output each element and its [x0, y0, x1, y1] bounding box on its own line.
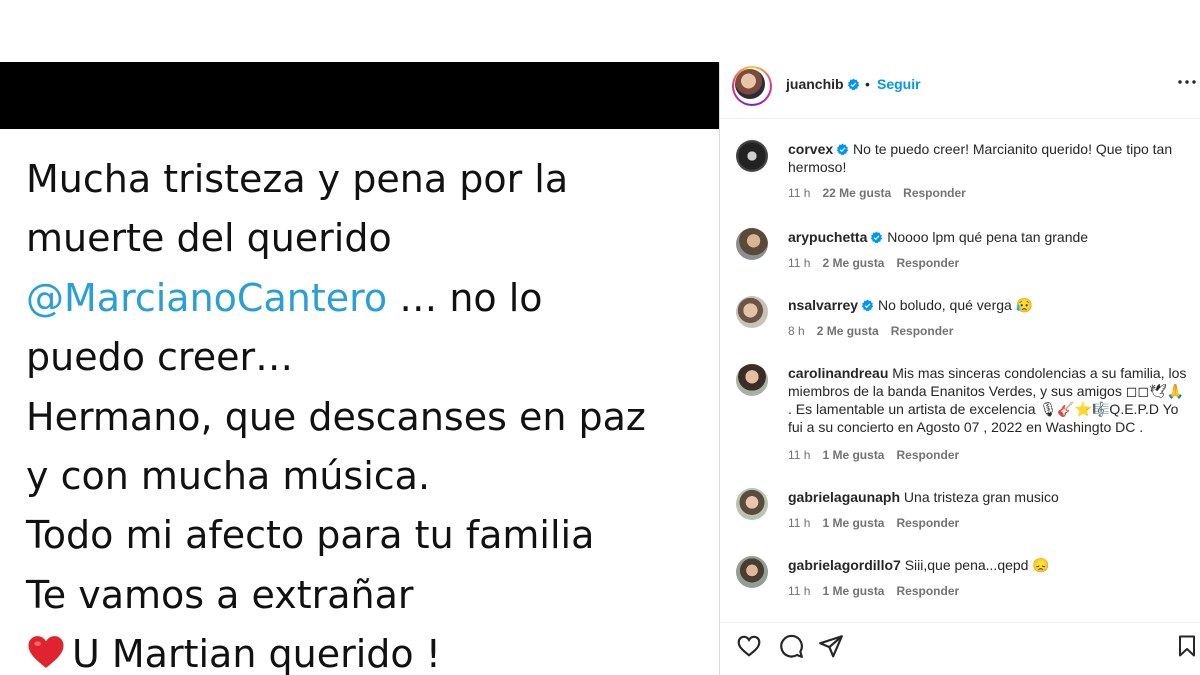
comment-meta: 11 h 1 Me gusta Responder: [788, 584, 971, 598]
avatar[interactable]: [732, 66, 772, 106]
post-line: Te vamos a extrañar: [26, 572, 414, 617]
reply-button[interactable]: Responder: [903, 186, 966, 200]
commenter-avatar[interactable]: [736, 364, 768, 396]
comment-text: Siii,que pena...qepd 😞: [904, 557, 1050, 573]
instagram-panel: juanchib • Seguir corvex No te puedo cre…: [720, 62, 1200, 675]
comment-meta: 8 h 2 Me gusta Responder: [788, 324, 965, 338]
verified-badge-icon: [836, 143, 849, 156]
separator-dot: •: [865, 76, 870, 92]
comment-meta: 11 h 22 Me gusta Responder: [788, 186, 978, 200]
comment-text: Noooo lpm qué pena tan grande: [887, 229, 1089, 245]
comment-time: 11 h: [788, 186, 811, 200]
comment-body: carolinandreau Mis mas sinceras condolen…: [788, 364, 1188, 436]
verified-badge-icon: [847, 78, 859, 91]
comment-likes[interactable]: 1 Me gusta: [822, 516, 884, 530]
action-bar: [720, 622, 1200, 675]
comment-body: gabrielagordillo7 Siii,que pena...qepd 😞: [788, 556, 1188, 574]
comment-likes[interactable]: 22 Me gusta: [822, 186, 891, 200]
commenter-avatar[interactable]: [736, 556, 768, 588]
comment-time: 11 h: [788, 256, 811, 270]
username-text[interactable]: juanchib: [786, 76, 844, 92]
comment-likes[interactable]: 2 Me gusta: [822, 256, 884, 270]
reply-button[interactable]: Responder: [896, 584, 959, 598]
comment-username[interactable]: arypuchetta: [788, 229, 867, 245]
reply-button[interactable]: Responder: [896, 448, 959, 462]
more-options-icon[interactable]: [1175, 70, 1199, 94]
verified-badge-icon: [871, 231, 883, 244]
commenter-avatar[interactable]: [736, 488, 768, 520]
comment-username[interactable]: nsalvarrey: [788, 297, 858, 313]
comment-username[interactable]: carolinandreau: [788, 365, 888, 381]
comment-body: corvex No te puedo creer! Marcianito que…: [788, 140, 1188, 176]
mention-link[interactable]: @MarcianoCantero: [26, 276, 387, 320]
comment-username[interactable]: gabrielagaunaph: [788, 489, 900, 505]
comment-time: 11 h: [788, 448, 811, 462]
comment-meta: 11 h 2 Me gusta Responder: [788, 256, 971, 270]
share-icon[interactable]: [818, 633, 844, 659]
comment-body: gabrielagaunaph Una tristeza gran musico: [788, 488, 1188, 506]
comment-likes[interactable]: 2 Me gusta: [817, 324, 879, 338]
tweet-screenshot: Mucha tristeza y pena por la muerte del …: [0, 0, 720, 675]
verified-badge-icon: [861, 299, 874, 312]
bookmark-icon[interactable]: [1175, 633, 1199, 659]
comment-body: nsalvarrey No boludo, qué verga 😥: [788, 296, 1188, 314]
comment-time: 11 h: [788, 584, 811, 598]
comment-text: No boludo, qué verga 😥: [877, 297, 1034, 313]
comment-time: 11 h: [788, 516, 811, 530]
redacted-bar: [0, 62, 720, 129]
post-line: muerte del querido: [26, 216, 392, 261]
comment-body: arypuchetta Noooo lpm qué pena tan grand…: [788, 228, 1188, 246]
comment-time: 8 h: [788, 324, 805, 338]
red-heart-icon: [28, 636, 64, 669]
commenter-avatar[interactable]: [736, 296, 768, 328]
post-line: Todo mi afecto para tu familia: [26, 513, 595, 558]
heart-icon[interactable]: [736, 633, 762, 659]
follow-button[interactable]: Seguir: [877, 76, 921, 92]
post-line-text: U Martian querido !: [72, 632, 441, 675]
post-line: @MarcianoCantero … no lo: [26, 269, 716, 328]
post-line: puedo creer…: [26, 335, 294, 380]
post-header: juanchib • Seguir: [720, 62, 1200, 119]
post-text: Mucha tristeza y pena por la muerte del …: [26, 150, 716, 675]
comment-icon[interactable]: [778, 633, 804, 659]
header-username[interactable]: juanchib: [786, 76, 860, 92]
comment-username[interactable]: gabrielagordillo7: [788, 557, 901, 573]
comment-likes[interactable]: 1 Me gusta: [822, 448, 884, 462]
post-line: Mucha tristeza y pena por la: [26, 157, 569, 201]
comment-text: Una tristeza gran musico: [903, 489, 1059, 505]
post-line-tail: … no lo: [399, 275, 543, 320]
commenter-avatar[interactable]: [736, 140, 768, 172]
post-line: U Martian querido !: [26, 625, 716, 675]
comment-meta: 11 h 1 Me gusta Responder: [788, 448, 971, 462]
comment-meta: 11 h 1 Me gusta Responder: [788, 516, 971, 530]
commenter-avatar[interactable]: [736, 228, 768, 260]
post-line: Hermano, que descanses en paz: [26, 394, 646, 439]
post-line: y con mucha música.: [26, 454, 431, 499]
reply-button[interactable]: Responder: [891, 324, 954, 338]
reply-button[interactable]: Responder: [896, 516, 959, 530]
comment-username[interactable]: corvex: [788, 141, 833, 157]
reply-button[interactable]: Responder: [896, 256, 959, 270]
comment-likes[interactable]: 1 Me gusta: [822, 584, 884, 598]
